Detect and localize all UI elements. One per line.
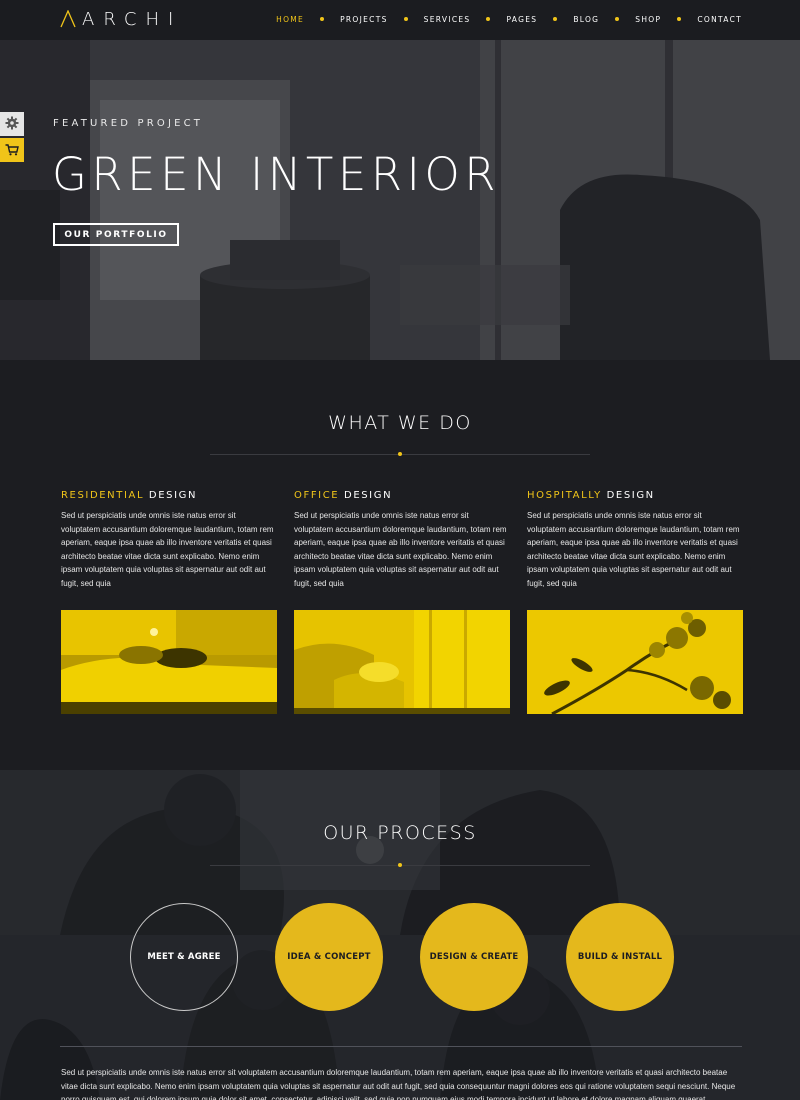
service-heading-rest: DESIGN bbox=[606, 490, 655, 501]
office-image[interactable] bbox=[294, 610, 510, 714]
service-column-residential: RESIDENTIAL DESIGN Sed ut perspiciatis u… bbox=[61, 490, 277, 714]
cart-toggle[interactable] bbox=[0, 138, 24, 162]
section-divider bbox=[210, 863, 590, 867]
logo-mark-icon bbox=[60, 10, 76, 28]
section-divider bbox=[210, 452, 590, 456]
site-header: ARCHI HOME PROJECTS SERVICES PAGES BLOG … bbox=[0, 0, 800, 40]
service-heading-highlight: OFFICE bbox=[294, 490, 340, 501]
service-heading-rest: DESIGN bbox=[148, 490, 198, 501]
nav-separator bbox=[486, 17, 491, 21]
nav-item-home[interactable]: HOME bbox=[276, 15, 304, 24]
nav-separator bbox=[553, 17, 558, 21]
nav-item-shop[interactable]: SHOP bbox=[635, 15, 661, 24]
process-description: Sed ut perspiciatis unde omnis iste natu… bbox=[61, 1068, 736, 1100]
service-column-office: OFFICE DESIGN Sed ut perspiciatis unde o… bbox=[294, 490, 510, 714]
nav-item-services[interactable]: SERVICES bbox=[424, 15, 471, 24]
hero-title: GREEN INTERIOR bbox=[52, 148, 501, 201]
cart-icon bbox=[5, 141, 19, 160]
hero-eyebrow: FEATURED PROJECT bbox=[53, 118, 204, 129]
nav-item-projects[interactable]: PROJECTS bbox=[340, 15, 388, 24]
service-description: Sed ut perspiciatis unde omnis iste natu… bbox=[527, 511, 740, 588]
nav-item-blog[interactable]: BLOG bbox=[573, 15, 599, 24]
service-column-hospitally: HOSPITALLY DESIGN Sed ut perspiciatis un… bbox=[527, 490, 743, 714]
settings-toggle[interactable] bbox=[0, 112, 24, 136]
divider-dot bbox=[398, 863, 402, 867]
service-heading: RESIDENTIAL DESIGN bbox=[61, 490, 277, 501]
nav-separator bbox=[403, 17, 408, 21]
process-step-design-create[interactable]: DESIGN & CREATE bbox=[420, 903, 528, 1011]
divider-dot bbox=[398, 452, 402, 456]
process-section: OUR PROCESS MEET & AGREE IDEA & CONCEPT … bbox=[0, 770, 800, 1100]
service-description: Sed ut perspiciatis unde omnis iste natu… bbox=[61, 511, 274, 588]
service-heading: HOSPITALLY DESIGN bbox=[527, 490, 743, 501]
process-divider bbox=[60, 1046, 742, 1047]
logo-text: ARCHI bbox=[82, 8, 183, 30]
nav-item-pages[interactable]: PAGES bbox=[506, 15, 537, 24]
service-heading: OFFICE DESIGN bbox=[294, 490, 510, 501]
nav-separator bbox=[677, 17, 682, 21]
nav-item-contact[interactable]: CONTACT bbox=[697, 15, 742, 24]
process-step-build-install[interactable]: BUILD & INSTALL bbox=[566, 903, 674, 1011]
process-step-meet-agree[interactable]: MEET & AGREE bbox=[130, 903, 238, 1011]
service-heading-rest: DESIGN bbox=[344, 490, 393, 501]
hospitally-image[interactable] bbox=[527, 610, 743, 714]
service-description: Sed ut perspiciatis unde omnis iste natu… bbox=[294, 511, 507, 588]
logo[interactable]: ARCHI bbox=[60, 6, 182, 32]
service-heading-highlight: RESIDENTIAL bbox=[61, 490, 145, 501]
nav-separator bbox=[615, 17, 620, 21]
process-overlay bbox=[0, 770, 800, 1100]
process-step-idea-concept[interactable]: IDEA & CONCEPT bbox=[275, 903, 383, 1011]
nav-separator bbox=[320, 17, 325, 21]
gear-icon bbox=[5, 115, 19, 134]
main-nav: HOME PROJECTS SERVICES PAGES BLOG SHOP C… bbox=[276, 0, 742, 38]
hero-section: FEATURED PROJECT GREEN INTERIOR OUR PORT… bbox=[0, 40, 800, 360]
our-portfolio-button[interactable]: OUR PORTFOLIO bbox=[53, 223, 179, 246]
residential-image[interactable] bbox=[61, 610, 277, 714]
service-heading-highlight: HOSPITALLY bbox=[527, 490, 602, 501]
our-process-title: OUR PROCESS bbox=[323, 822, 477, 844]
what-we-do-title: WHAT WE DO bbox=[328, 412, 472, 434]
